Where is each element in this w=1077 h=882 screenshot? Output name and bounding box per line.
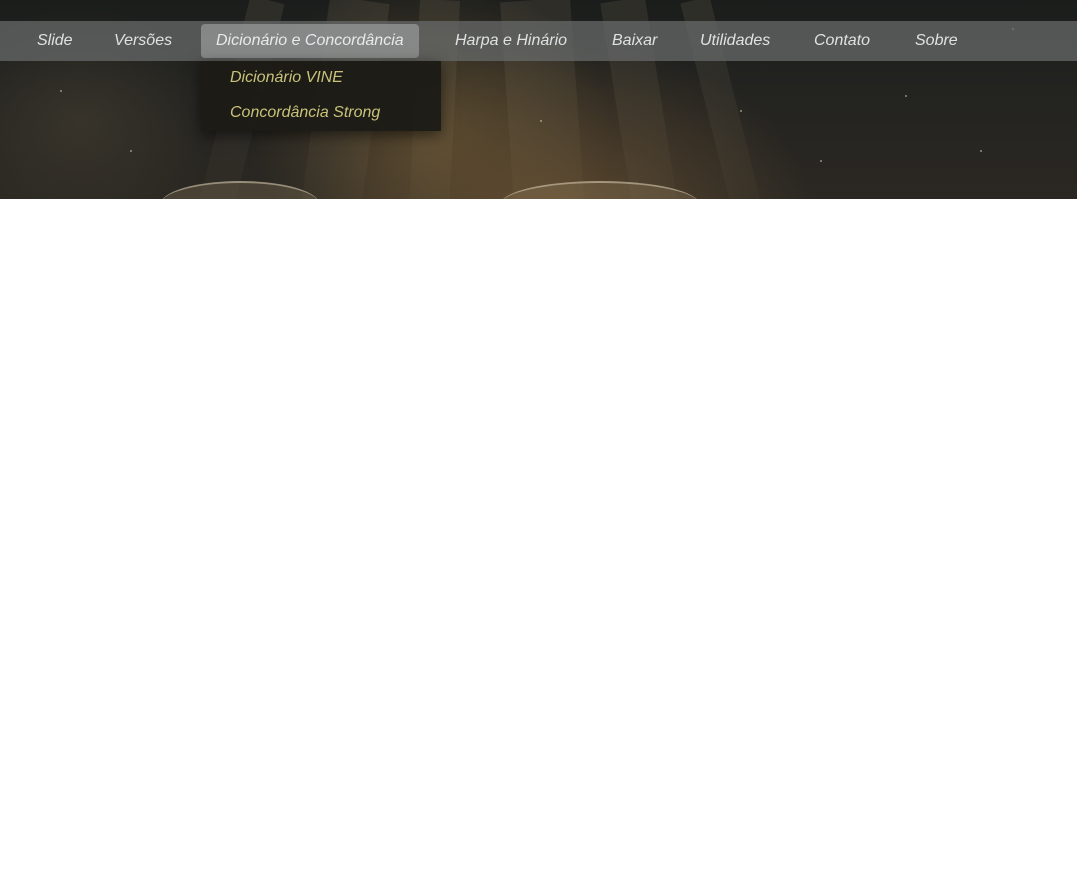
- sparkle: [130, 150, 132, 152]
- nav-item-harpa-hinario[interactable]: Harpa e Hinário: [440, 24, 582, 58]
- nav-item-baixar[interactable]: Baixar: [597, 24, 672, 58]
- dropdown-menu: Dicionário VINE Concordância Strong: [201, 61, 441, 131]
- book-page-left: [160, 181, 320, 199]
- nav-item-contato[interactable]: Contato: [799, 24, 885, 58]
- sparkle: [60, 90, 62, 92]
- nav-item-dicionario-concordancia[interactable]: Dicionário e Concordância: [201, 24, 419, 58]
- sparkle: [905, 95, 907, 97]
- nav-item-slide[interactable]: Slide: [22, 24, 88, 58]
- dropdown-item-concordancia-strong[interactable]: Concordância Strong: [230, 98, 380, 128]
- main-nav: Slide Versões Dicionário e Concordância …: [0, 21, 1077, 61]
- nav-item-sobre[interactable]: Sobre: [900, 24, 973, 58]
- sparkle: [540, 120, 542, 122]
- sparkle: [820, 160, 822, 162]
- sparkle: [980, 150, 982, 152]
- dropdown-item-dicionario-vine[interactable]: Dicionário VINE: [230, 63, 343, 93]
- nav-item-utilidades[interactable]: Utilidades: [685, 24, 785, 58]
- sparkle: [740, 110, 742, 112]
- nav-item-versoes[interactable]: Versões: [99, 24, 187, 58]
